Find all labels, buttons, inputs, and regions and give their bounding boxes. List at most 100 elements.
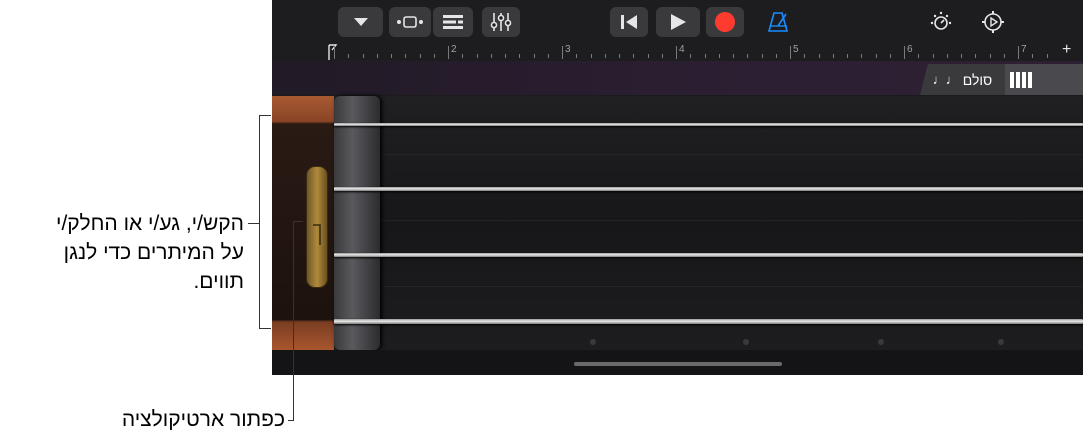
ruler-beat-tick — [490, 54, 492, 58]
strings-callout-line3: תווים. — [193, 270, 244, 293]
bracket-top — [259, 115, 271, 116]
garageband-window: 2 3 4 5 6 7 + סולם ♩♩ — [272, 0, 1083, 375]
ruler-bar-number: 4 — [679, 44, 685, 55]
chord-strips-icon — [1010, 71, 1032, 88]
fretboard[interactable] — [272, 96, 1083, 350]
ruler-beat-tick — [889, 54, 891, 58]
ruler-beat-tick — [547, 54, 549, 58]
master-volume-button[interactable] — [928, 9, 954, 35]
control-bar — [272, 0, 1083, 44]
fretboard-groove — [380, 286, 1083, 287]
strings-callout-line2: על המיתרים כדי לנגן — [63, 241, 244, 264]
fretboard-groove — [380, 220, 1083, 221]
tracks-icon — [443, 15, 463, 29]
instrument-nut — [334, 96, 380, 350]
string-1[interactable] — [334, 123, 1083, 126]
ruler-beat-tick — [847, 54, 848, 58]
play-button[interactable] — [656, 7, 700, 37]
ruler-beat-tick — [433, 54, 435, 58]
ruler-beat-tick — [832, 54, 834, 58]
fret-marker — [998, 339, 1004, 345]
ruler-beat-tick — [348, 54, 350, 58]
ruler-beat-tick — [775, 54, 777, 58]
ruler-beat-tick — [604, 54, 606, 58]
mixer-button[interactable] — [482, 7, 520, 37]
ruler-beat-tick — [619, 54, 620, 58]
settings-button[interactable] — [980, 9, 1006, 35]
fret-marker — [590, 339, 596, 345]
string-2[interactable] — [334, 187, 1083, 191]
ruler-beat-tick — [932, 54, 934, 58]
ruler-bar-number: 7 — [1021, 44, 1027, 55]
articulation-icon — [313, 224, 321, 245]
view-button[interactable] — [389, 7, 431, 37]
ruler-bar-number: 6 — [907, 44, 913, 55]
record-button[interactable] — [706, 7, 744, 37]
ruler-beat-tick — [519, 54, 521, 58]
rewind-button[interactable] — [610, 7, 648, 37]
ruler-beat-tick — [961, 54, 962, 58]
ruler-beat-tick — [633, 54, 635, 58]
home-indicator[interactable] — [574, 362, 782, 366]
browser-button[interactable] — [338, 7, 383, 37]
timeline-ruler[interactable]: 2 3 4 5 6 7 + — [272, 41, 1083, 61]
ruler-beat-tick — [818, 54, 820, 58]
chord-strips-toggle[interactable] — [1005, 64, 1083, 95]
ruler-beat-tick — [419, 54, 421, 58]
record-icon — [715, 12, 735, 32]
articulation-callout-foot — [288, 420, 294, 421]
ruler-beat-tick — [704, 54, 706, 58]
ruler-beat-tick — [1003, 54, 1005, 58]
fret-marker — [878, 339, 884, 345]
scale-button[interactable]: סולם ♩♩ — [920, 64, 1005, 95]
metronome-button[interactable] — [764, 9, 792, 35]
ruler-beat-tick — [718, 54, 720, 58]
ruler-beat-tick — [918, 54, 920, 58]
master-volume-icon — [930, 11, 952, 30]
ruler-beat-tick — [647, 54, 649, 58]
ruler-beat-tick — [505, 54, 506, 58]
ruler-beat-tick — [975, 54, 977, 58]
metronome-icon — [767, 12, 789, 32]
ruler-beat-tick — [761, 54, 763, 58]
articulation-callout-tick — [293, 221, 303, 222]
string-3[interactable] — [334, 253, 1083, 257]
ruler-beat-tick — [875, 54, 877, 58]
articulation-callout: כפתור ארטיקולציה — [121, 408, 285, 431]
ruler-beat-tick — [476, 54, 478, 58]
ruler-beat-tick — [661, 54, 663, 58]
ruler-beat-tick — [376, 54, 378, 58]
ruler-beat-tick — [362, 54, 364, 58]
scale-label: סולם — [962, 71, 993, 88]
mixer-icon — [490, 13, 512, 31]
tracks-button[interactable] — [433, 7, 473, 37]
ruler-beat-tick — [804, 54, 806, 58]
ruler-bar-number: 3 — [565, 44, 571, 55]
ruler-bar-tick — [334, 46, 335, 59]
ruler-beat-tick — [946, 54, 948, 58]
string-4[interactable] — [334, 319, 1083, 324]
ruler-beat-tick — [1032, 54, 1034, 58]
ruler-beat-tick — [1046, 54, 1048, 58]
add-section-button[interactable]: + — [1062, 41, 1071, 59]
notes-icon: ♩♩ — [932, 72, 959, 87]
settings-icon — [982, 11, 1004, 33]
articulation-button[interactable] — [306, 166, 328, 288]
ruler-beat-tick — [391, 54, 392, 58]
ruler-beat-tick — [861, 54, 863, 58]
ruler-beat-tick — [747, 54, 749, 58]
ruler-bar-tick — [904, 46, 905, 59]
ruler-beat-tick — [405, 54, 407, 58]
ruler-bar-tick — [1018, 46, 1019, 59]
strings-callout-line — [248, 223, 259, 224]
articulation-callout-line — [293, 221, 294, 421]
ruler-bar-tick — [448, 46, 449, 59]
play-icon — [671, 14, 686, 30]
strings-callout-line1: הקש/י, גע/י או החלק/י — [56, 212, 244, 235]
ruler-beat-tick — [590, 54, 592, 58]
ruler-bar-tick — [562, 46, 563, 59]
ruler-ticks: 2 3 4 5 6 7 — [272, 44, 1083, 61]
rewind-icon — [621, 15, 637, 29]
ruler-bar-tick — [676, 46, 677, 59]
strings-callout: הקש/י, גע/י או החלק/י על המיתרים כדי לנג… — [0, 209, 244, 296]
